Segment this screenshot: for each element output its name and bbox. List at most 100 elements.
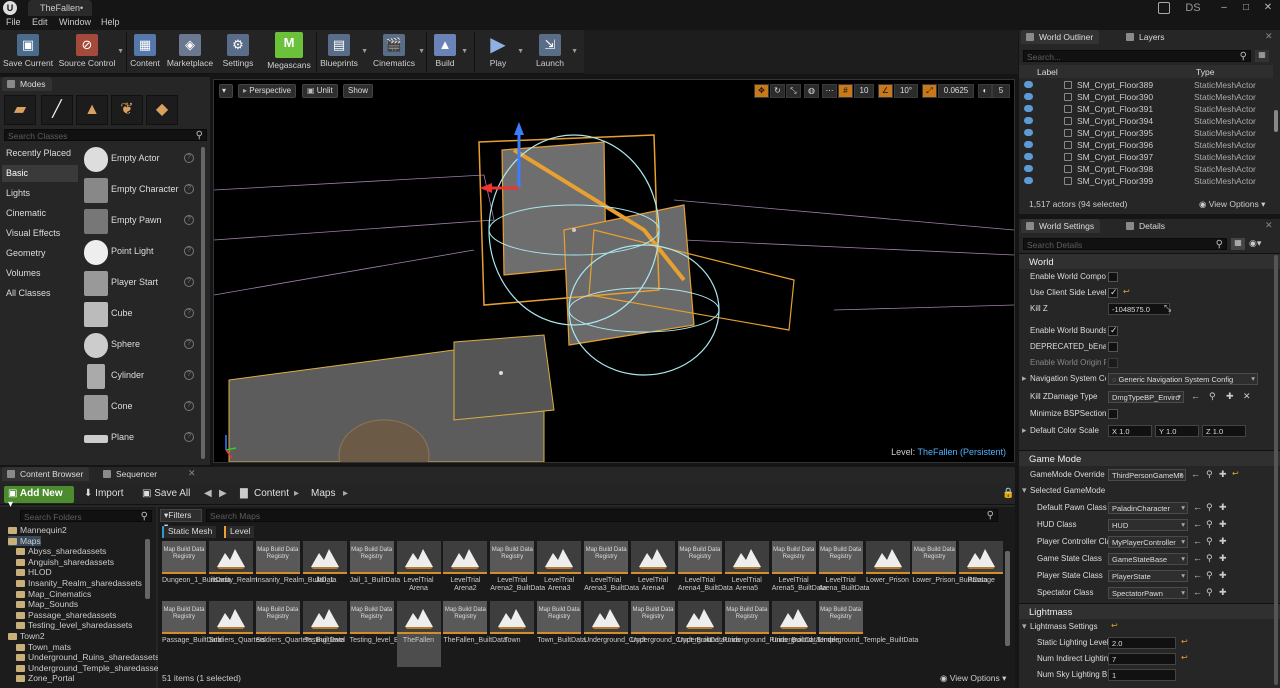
place-item-point-light[interactable]: Point Light? [82,239,198,267]
use-selected-icon[interactable]: ← [1193,570,1202,580]
level-asset[interactable]: Town [490,601,535,667]
category-lights[interactable]: Lights [2,185,78,202]
map-build-data-asset[interactable]: Map Build Data Registry Passage_BuiltData [162,601,222,667]
outliner-view-options[interactable]: ◉ View Options ▾ [1199,199,1265,210]
help-icon[interactable]: ? [184,308,194,318]
folder-item[interactable]: Town_mats [16,642,71,652]
map-build-data-asset[interactable]: Map Build Data Registry Testing_level_Bui… [349,601,422,667]
folder-scrollbar[interactable] [145,539,150,599]
build-button[interactable]: ▲ Build ▼ [430,32,468,72]
outliner-row[interactable]: SM_Crypt_Floor396 StaticMeshActor [1019,139,1273,151]
tab-world-outliner[interactable]: World Outliner [1021,30,1100,44]
tab-details[interactable]: Details [1121,219,1171,233]
play-button[interactable]: ▶ Play ▼ [480,32,524,72]
close-icon[interactable]: ✕ [1260,1,1276,15]
help-icon[interactable]: ? [184,246,194,256]
surface-snap-icon[interactable]: ⋯ [822,84,837,98]
view-mode-button[interactable]: ▣ Unlit [302,84,338,98]
blueprints-button[interactable]: ▤ Blueprints ▼ [318,32,368,72]
reset-default-icon[interactable]: ↩ [1181,653,1188,662]
tab-sequencer[interactable]: Sequencer [98,467,164,481]
use-selected-icon[interactable]: ← [1193,536,1202,546]
sky-lighting-field[interactable]: 1 [1108,669,1176,681]
visibility-eye-icon[interactable] [1024,105,1033,112]
category-cinematic[interactable]: Cinematic [2,205,78,222]
scale-snap-value[interactable]: 0.0625 [938,84,974,98]
use-selected-icon[interactable]: ← [1193,553,1202,563]
level-asset[interactable]: LevelTrial Arena4 [631,541,675,607]
help-icon[interactable]: ? [184,401,194,411]
level-asset[interactable]: Jail_1 [302,541,347,607]
color-scale-x-field[interactable]: X 1.0 [1108,425,1152,437]
visibility-eye-icon[interactable] [1024,129,1033,136]
camera-speed-icon[interactable]: ◐ [978,84,992,98]
indirect-lighting-field[interactable]: 7 [1108,653,1176,665]
outliner-search-input[interactable]: Search... ⚲ [1023,50,1251,62]
static-lighting-field[interactable]: 2.0 [1108,637,1176,649]
add-icon[interactable]: ✚ [1219,570,1227,581]
place-item-player-start[interactable]: Player Start? [82,270,198,298]
search-maps-input[interactable]: Search Maps ⚲ [206,509,998,522]
launch-button[interactable]: ⇲ Launch ▼ [530,32,578,72]
place-item-sphere[interactable]: Sphere? [82,332,198,360]
hud-class-dropdown[interactable]: HUD [1108,519,1188,531]
map-build-data-asset[interactable]: Map Build Data Registry LevelTrial Arena4… [677,541,733,607]
tab-layers[interactable]: Layers [1121,30,1171,44]
camera-speed-value[interactable]: 5 [992,84,1010,98]
map-build-data-asset[interactable]: Map Build Data Registry LevelTrial Arena2… [490,541,545,607]
outliner-row[interactable]: SM_Crypt_Floor395 StaticMeshActor [1019,127,1273,139]
add-icon[interactable]: ✚ [1219,536,1227,547]
folder-item[interactable]: Passage_sharedassets [16,610,116,620]
category-volumes[interactable]: Volumes [2,265,78,282]
navigation-system-dropdown[interactable]: ◌ Generic Navigation System Config [1108,373,1258,385]
place-item-cube[interactable]: Cube? [82,301,198,329]
game-state-dropdown[interactable]: GameStateBase [1108,553,1188,565]
folder-item[interactable]: Map_Cinematics [16,589,91,599]
map-build-data-asset[interactable]: Map Build Data Registry Dungeon_1_BuiltDa… [162,541,231,607]
folder-item[interactable]: Town2 [8,631,45,641]
level-asset[interactable]: LevelTrial Arena3 [537,541,582,607]
settings-button[interactable]: ⚙ Settings [219,32,257,72]
player-state-dropdown[interactable]: PlayerState [1108,570,1188,582]
level-asset[interactable]: Underground_Temple [771,601,839,667]
reset-default-icon[interactable]: ↩ [1232,469,1239,478]
minimize-icon[interactable]: – [1216,1,1232,15]
outliner-row[interactable]: SM_Crypt_Floor399 StaticMeshActor [1019,175,1273,187]
filters-button[interactable]: ▾Filters ▾ [160,509,202,531]
megascans-button[interactable]: M Megascans [264,32,314,72]
category-geometry[interactable]: Geometry [2,245,78,262]
level-viewport[interactable]: ▾ ▸ Perspective ▣ Unlit Show ✥ ↻ ⤡ ◍ ⋯ #… [213,79,1015,463]
close-tab-icon[interactable]: ✕ [1265,31,1273,42]
tab-world-settings[interactable]: World Settings [1021,219,1101,233]
reset-default-icon[interactable]: ↩ [1123,287,1130,296]
color-scale-y-field[interactable]: Y 1.0 [1155,425,1199,437]
translate-tool-icon[interactable]: ✥ [754,84,769,98]
content-button[interactable]: ▦ Content [128,32,162,72]
map-build-data-asset[interactable]: Map Build Data Registry Underground_Templ… [818,601,918,667]
deprecated-checkbox[interactable] [1108,342,1118,352]
reset-default-icon[interactable]: ↩ [1181,637,1188,646]
expand-arrow-icon[interactable]: ▸ [1022,425,1027,436]
use-selected-icon[interactable]: ← [1193,519,1202,529]
back-icon[interactable]: ◀ [200,486,216,503]
add-new-button[interactable]: ▣ Add New ▾ [4,486,74,510]
scale-tool-icon[interactable]: ⤡ [786,84,801,98]
browse-icon[interactable]: ⚲ [1206,469,1213,480]
visibility-eye-icon[interactable] [1024,153,1033,160]
map-build-data-asset[interactable]: Map Build Data Registry LevelTrial Arena_… [818,541,870,607]
outliner-row[interactable]: SM_Crypt_Floor391 StaticMeshActor [1019,103,1273,115]
menu-edit[interactable]: Edit [32,17,48,27]
folder-item[interactable]: Underground_Temple_sharedassets [16,663,165,673]
map-build-data-asset[interactable]: Map Build Data Registry LevelTrial Arena5… [771,541,827,607]
browse-icon[interactable]: ⚲ [1206,587,1213,598]
folder-item[interactable]: Mannequin2 [8,525,67,535]
reset-default-icon[interactable]: ↩ [1111,621,1118,630]
filter-chip-static-mesh[interactable]: Static Mesh [162,526,217,538]
section-lightmass[interactable]: Lightmass [1019,603,1280,619]
column-type[interactable]: Type [1196,67,1214,77]
save-all-button[interactable]: ▣ Save All [138,486,194,503]
level-asset[interactable]: Testing_level [302,601,347,667]
level-asset[interactable]: LevelTrial Arena2 [443,541,488,607]
use-client-side-checkbox[interactable] [1108,287,1118,298]
use-selected-icon[interactable]: ← [1193,502,1202,512]
